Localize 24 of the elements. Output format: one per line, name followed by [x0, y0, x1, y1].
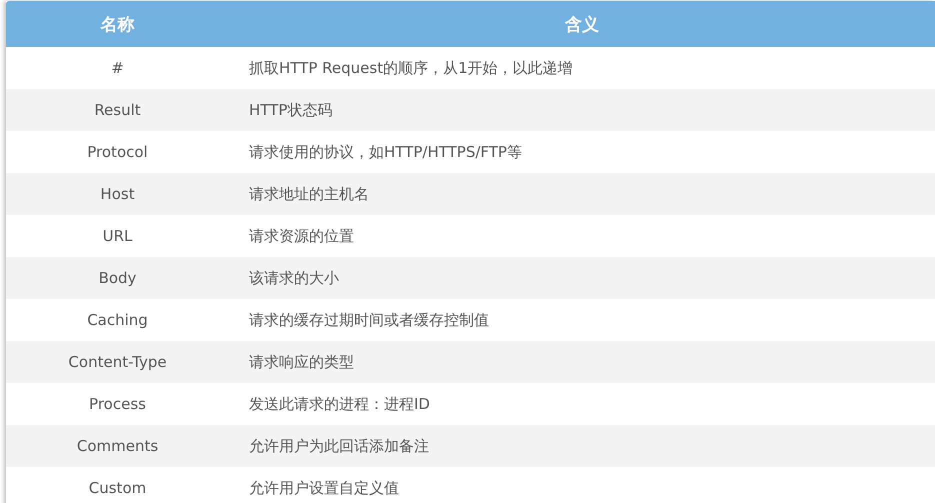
table-cell-text: 允许用户设置自定义值: [248, 478, 399, 498]
table-cell: URL: [102, 227, 132, 245]
column-header: 名称: [100, 14, 134, 36]
table-cell: Host: [100, 185, 135, 203]
table-cell-text: 请求使用的协议，如HTTP/HTTPS/FTP等: [248, 142, 522, 162]
table-cell: Process: [89, 395, 146, 413]
column-header: 含义: [565, 14, 599, 36]
table-cell-text: 请求的缓存过期时间或者缓存控制值: [248, 310, 489, 330]
table-cell: Body: [98, 269, 136, 287]
table-cell-text: 允许用户为此回话添加备注: [248, 436, 429, 456]
table-cell: Comments: [76, 437, 158, 455]
table-cell-text: 请求响应的类型: [248, 352, 354, 372]
table-cell: Protocol: [87, 143, 148, 161]
table-cell: Result: [94, 101, 141, 119]
table-cell: Content-Type: [68, 353, 167, 371]
table-cell: Caching: [87, 311, 148, 329]
table-cell: #: [111, 59, 124, 77]
table-cell-text: 该请求的大小: [248, 268, 339, 288]
table-cell-text: HTTP状态码: [248, 100, 332, 120]
table-cell: Custom: [88, 479, 146, 497]
table-cell-text: 发送此请求的进程：进程ID: [248, 394, 430, 414]
table-cell-text: 请求资源的位置: [248, 226, 354, 246]
table-cell-text: 请求地址的主机名: [248, 184, 369, 204]
table-cell-text: 抓取HTTP Request的顺序，从1开始，以此递增: [248, 58, 573, 78]
